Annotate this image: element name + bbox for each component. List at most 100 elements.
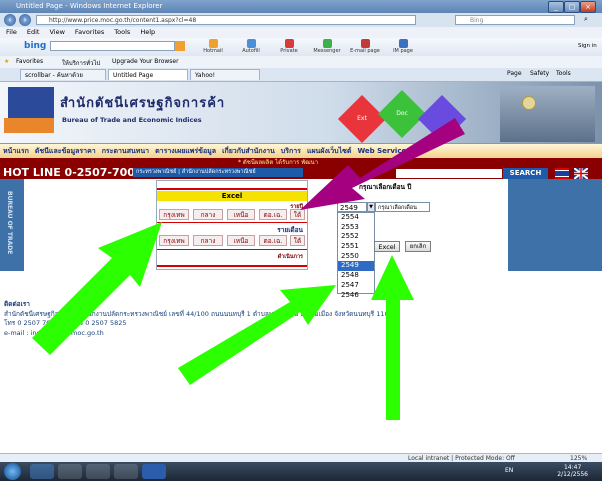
email-page-button[interactable]: E-mail page	[350, 39, 380, 54]
sign-in-link[interactable]: Sign in	[578, 43, 597, 49]
im-icon	[398, 39, 408, 48]
nav-sitemap[interactable]: แผนผังเว็บไซต์	[307, 146, 352, 157]
clock[interactable]: 14:47 2/12/2556	[557, 464, 588, 478]
cube-third[interactable]	[417, 94, 467, 144]
nav-service[interactable]: บริการ	[281, 146, 301, 157]
im-page-button[interactable]: IM page	[388, 39, 418, 54]
private-icon	[284, 39, 294, 48]
nav-about[interactable]: เกี่ยวกับสำนักงาน	[222, 146, 275, 157]
yearly-south-button[interactable]: ใต้	[290, 209, 305, 220]
close-button[interactable]: ×	[580, 1, 596, 13]
ie-taskbar-icon[interactable]	[30, 464, 54, 479]
menu-view[interactable]: View	[49, 27, 64, 38]
menu-edit[interactable]: Edit	[27, 27, 40, 38]
search-input[interactable]: Bing	[455, 15, 575, 25]
monthly-bangkok-button[interactable]: กรุงเทพ	[159, 235, 189, 246]
side-text: BUREAU OF TRADE	[6, 191, 13, 255]
chevron-down-icon[interactable]: ▼	[367, 202, 375, 212]
maximize-button[interactable]: □	[564, 1, 580, 13]
address-toolbar: ‹ › http://www.price.moc.go.th/content1.…	[0, 13, 602, 27]
monthly-label: รายเดือน	[277, 226, 303, 234]
explorer-taskbar-icon[interactable]	[58, 464, 82, 479]
contact-address: สำนักดัชนีเศรษฐกิจการค้า สำนักงานปลัดกระ…	[4, 309, 397, 318]
nav-tables[interactable]: ตารางเผยแพร่ข้อมูล	[155, 146, 216, 157]
cube-doc[interactable]: Doc	[377, 89, 427, 139]
content-area: Excel รายปี กรุงเทพ กลาง เหนือ ตอ.เฉ. ใต…	[24, 179, 508, 299]
year-option-selected[interactable]: 2549	[338, 261, 374, 272]
tools-menu[interactable]: Tools	[556, 70, 571, 77]
bing-search-icon[interactable]	[175, 41, 185, 51]
messenger-button[interactable]: Messenger	[312, 39, 342, 54]
cube-ext[interactable]: Ext	[337, 94, 387, 144]
tab-google[interactable]: scrollbar - ค้นหาด้วย Google	[20, 69, 106, 90]
year-option[interactable]: 2547	[338, 281, 374, 291]
media-taskbar-icon[interactable]	[86, 464, 110, 479]
yearly-central-button[interactable]: กลาง	[193, 209, 223, 220]
safety-menu[interactable]: Safety	[530, 70, 549, 77]
nav-forum[interactable]: กระดานสนทนา	[102, 146, 149, 157]
menu-favorites[interactable]: Favorites	[75, 27, 104, 38]
taskbar: EN 14:47 2/12/2556	[0, 462, 602, 481]
tab-yahoo[interactable]: Yahoo!	[190, 69, 260, 80]
yearly-north-button[interactable]: เหนือ	[227, 209, 255, 220]
uk-flag-icon[interactable]	[573, 167, 589, 180]
org-name-en: Bureau of Trade and Economic Indices	[62, 116, 202, 124]
monthly-north-button[interactable]: เหนือ	[227, 235, 255, 246]
yearly-bangkok-button[interactable]: กรุงเทพ	[159, 209, 189, 220]
monthly-central-button[interactable]: กลาง	[193, 235, 223, 246]
contact-phone: โทร 0 2507 7000 โทรสาร 0 2507 5825	[4, 319, 127, 327]
menu-file[interactable]: File	[6, 27, 17, 38]
right-side-panel	[508, 179, 602, 271]
start-button[interactable]	[4, 463, 21, 480]
minimize-button[interactable]: _	[548, 1, 564, 13]
year-option[interactable]: 2548	[338, 271, 374, 281]
back-icon[interactable]: ‹	[4, 14, 16, 26]
tab-untitled[interactable]: Untitled Page	[108, 69, 188, 80]
year-option[interactable]: 2554	[338, 213, 374, 223]
year-option[interactable]: 2550	[338, 252, 374, 262]
monthly-south-button[interactable]: ใต้	[290, 235, 305, 246]
web-page: สำนักดัชนีเศรษฐกิจการค้า Bureau of Trade…	[0, 82, 602, 453]
nav-web-services[interactable]: Web Services	[357, 147, 410, 155]
bing-search-input[interactable]	[50, 41, 175, 51]
language-indicator[interactable]: EN	[505, 467, 513, 474]
thai-flag-icon[interactable]	[555, 168, 569, 179]
window-title: Untitled Page - Windows Internet Explore…	[16, 2, 163, 10]
site-search-input[interactable]	[396, 169, 502, 178]
nav-prices[interactable]: ดัชนีและข้อมูลราคา	[35, 146, 96, 157]
month-select[interactable]: กรุณาเลือกเดือน	[375, 202, 430, 212]
nav-home[interactable]: หน้าแรก	[3, 146, 29, 157]
app-taskbar-icon[interactable]	[114, 464, 138, 479]
word-taskbar-icon[interactable]	[142, 464, 166, 479]
page-menu[interactable]: Page	[507, 70, 522, 77]
site-nav: หน้าแรก ดัชนีและข้อมูลราคา กระดานสนทนา ต…	[0, 143, 602, 159]
hotmail-button[interactable]: Hotmail	[198, 39, 228, 54]
url-input[interactable]: http://www.price.moc.go.th/content1.aspx…	[36, 15, 416, 25]
menu-help[interactable]: Help	[140, 27, 155, 38]
window-titlebar: Untitled Page - Windows Internet Explore…	[0, 0, 602, 13]
site-search-button[interactable]: SEARCH	[503, 168, 548, 179]
contact-heading: ติดต่อเรา	[4, 300, 30, 308]
yearly-northeast-button[interactable]: ตอ.เฉ.	[259, 209, 287, 220]
monthly-northeast-button[interactable]: ตอ.เฉ.	[259, 235, 287, 246]
year-option[interactable]: 2551	[338, 242, 374, 252]
year-option[interactable]: 2553	[338, 223, 374, 233]
forward-icon[interactable]: ›	[19, 14, 31, 26]
autofill-button[interactable]: Autofill	[236, 39, 266, 54]
contact-email[interactable]: e-mail : indexprice@moc.go.th	[4, 329, 464, 339]
year-option[interactable]: 2552	[338, 232, 374, 242]
select-date-title: กรุณาเลือกเดือน ปี	[359, 183, 412, 191]
hotline-text: HOT LINE 0-2507-7000	[3, 166, 143, 179]
cancel-button[interactable]: ยกเลิก	[405, 241, 431, 252]
fav-link-2[interactable]: Upgrade Your Browser	[112, 58, 179, 65]
contact-section: ติดต่อเรา สำนักดัชนีเศรษฐกิจการค้า สำนัก…	[4, 300, 464, 338]
excel-export-button[interactable]: Excel	[374, 241, 400, 252]
favorites-bar: ★ Favorites ให้บริการทั่วไป Upgrade Your…	[0, 56, 602, 68]
fav-link-1[interactable]: ให้บริการทั่วไป	[62, 58, 100, 68]
search-icon[interactable]: ⌕	[584, 15, 588, 24]
year-select[interactable]: 2549	[337, 202, 367, 212]
menu-tools[interactable]: Tools	[114, 27, 130, 38]
private-button[interactable]: Private	[274, 39, 304, 54]
favorites-button[interactable]: Favorites	[16, 58, 43, 65]
year-option[interactable]: 2546	[338, 291, 374, 301]
